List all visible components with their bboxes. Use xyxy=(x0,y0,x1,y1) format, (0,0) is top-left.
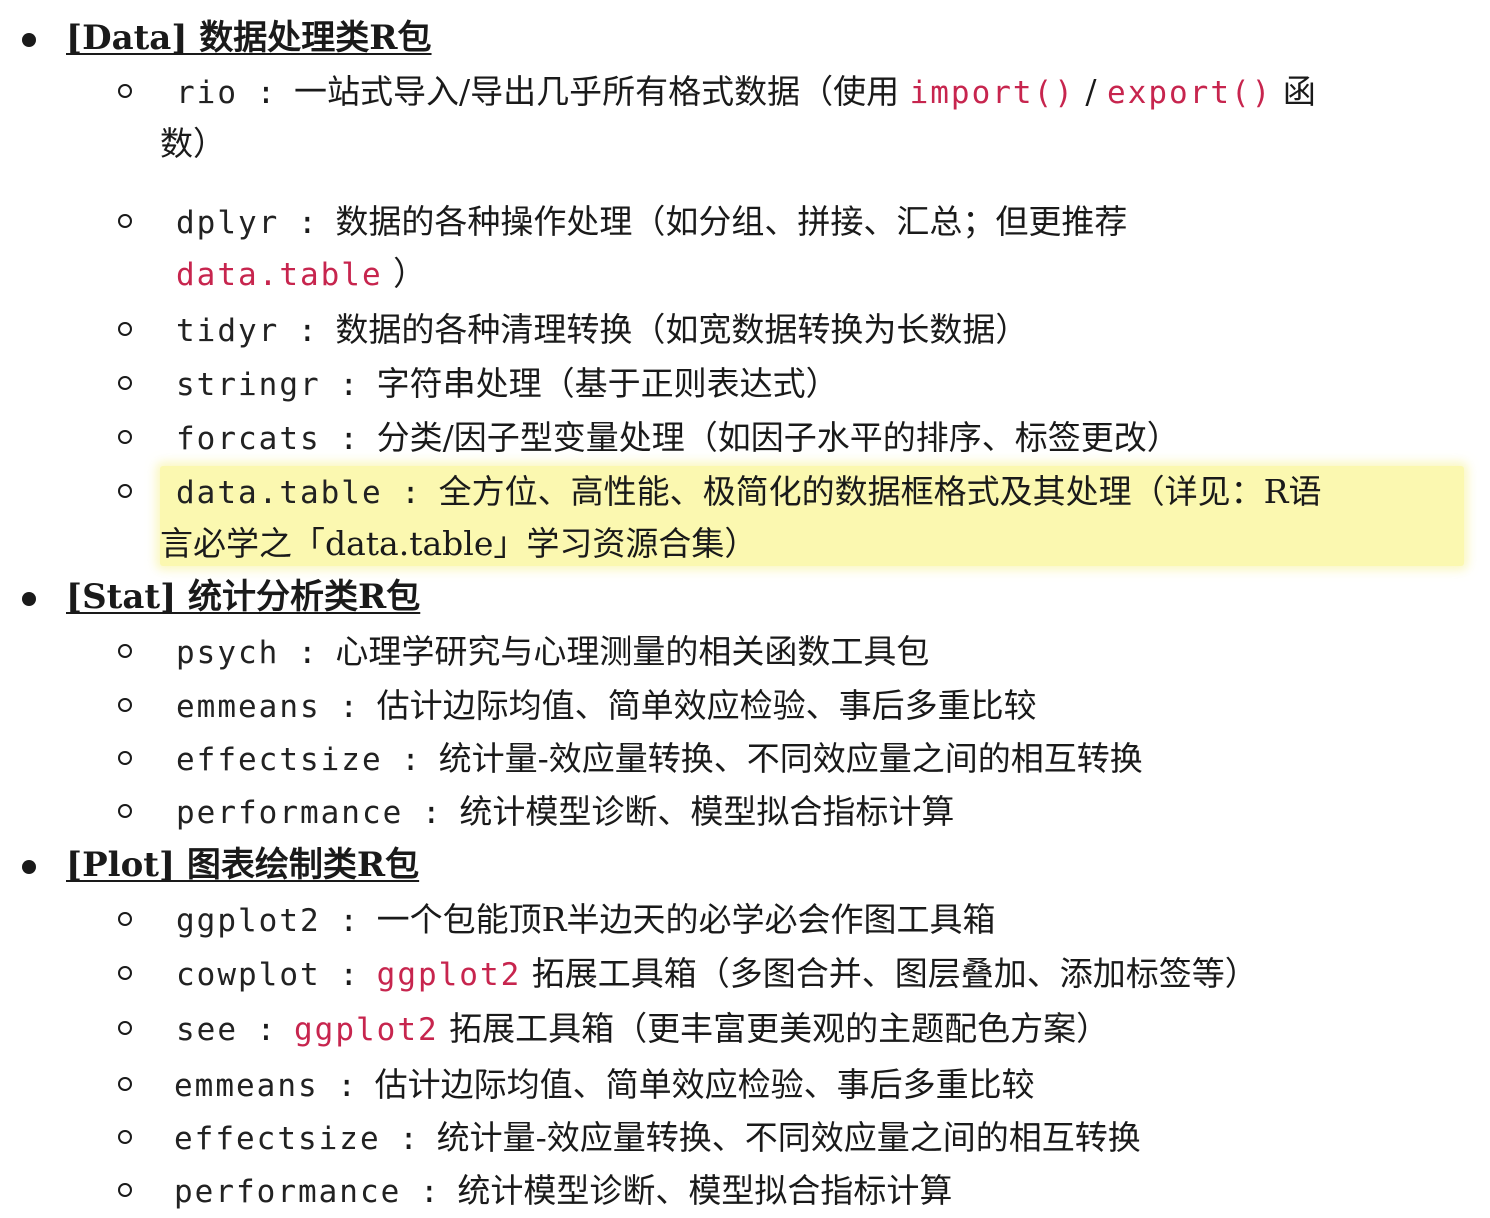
list-item-tidyr: tidyr : 数据的各种清理转换（如宽数据转换为长数据） xyxy=(176,304,1028,357)
section-title-plot[interactable]: [Plot] 图表绘制类R包 xyxy=(66,845,419,885)
list-item-rio: rio : 一站式导入/导出几乎所有格式数据（使用 import() / exp… xyxy=(176,66,1316,119)
item-description: 统计量-效应量转换、不同效应量之间的相互转换 xyxy=(438,739,1143,778)
list-item-performance: performance : 统计模型诊断、模型拟合指标计算 xyxy=(176,786,954,839)
item-bullet xyxy=(118,751,132,765)
separator: : xyxy=(320,903,377,939)
item-description: 拓展工具箱（更丰富更美观的主题配色方案） xyxy=(438,1009,1110,1048)
item-bullet xyxy=(118,1183,132,1197)
inline-code: ggplot2 xyxy=(294,1012,439,1048)
item-bullet xyxy=(118,322,132,336)
item-description: 一站式导入/导出几乎所有格式数据（使用 xyxy=(294,72,910,111)
item-description-continued[interactable]: 言必学之「data.table」学习资源合集） xyxy=(160,518,757,570)
separator: : xyxy=(238,75,294,111)
item-description: 拓展工具箱（多图合并、图层叠加、添加标签等） xyxy=(521,954,1258,993)
item-bullet xyxy=(118,376,132,390)
package-name: see xyxy=(176,1012,238,1048)
package-name: cowplot xyxy=(176,957,321,993)
package-name: emmeans xyxy=(176,689,321,725)
package-name: tidyr xyxy=(176,313,280,349)
separator: : xyxy=(279,635,336,671)
list-item-effectsize: effectsize : 统计量-效应量转换、不同效应量之间的相互转换 xyxy=(174,1112,1141,1165)
item-bullet xyxy=(118,1077,132,1091)
list-item-cowplot: cowplot : ggplot2 拓展工具箱（多图合并、图层叠加、添加标签等） xyxy=(176,948,1258,1001)
item-description: 估计边际均值、简单效应检验、事后多重比较 xyxy=(374,1065,1035,1104)
item-bullet xyxy=(118,966,132,980)
inline-code: ggplot2 xyxy=(376,957,522,993)
item-description: / xyxy=(1074,72,1108,111)
item-description: 估计边际均值、简单效应检验、事后多重比较 xyxy=(376,686,1037,725)
item-bullet xyxy=(118,1130,132,1144)
item-description: 函 xyxy=(1272,72,1316,111)
package-name: forcats xyxy=(176,421,321,457)
list-item-emmeans: emmeans : 估计边际均值、简单效应检验、事后多重比较 xyxy=(176,680,1037,733)
list-item-forcats: forcats : 分类/因子型变量处理（如因子水平的排序、标签更改） xyxy=(176,412,1180,465)
separator: : xyxy=(320,367,377,403)
inline-code: import() xyxy=(909,75,1075,111)
section-bullet xyxy=(22,860,36,874)
section-title-stat[interactable]: [Stat] 统计分析类R包 xyxy=(66,577,420,617)
separator: : xyxy=(279,205,336,241)
package-name: dplyr xyxy=(176,205,280,241)
separator: : xyxy=(318,1068,375,1104)
item-bullet xyxy=(118,84,132,98)
separator: : xyxy=(320,957,377,993)
item-bullet xyxy=(118,804,132,818)
package-name: rio xyxy=(176,75,238,111)
package-name: effectsize xyxy=(174,1121,381,1157)
package-name: emmeans xyxy=(174,1068,319,1104)
separator: : xyxy=(320,689,377,725)
item-bullet xyxy=(118,644,132,658)
list-item-performance: performance : 统计模型诊断、模型拟合指标计算 xyxy=(174,1165,952,1218)
item-bullet xyxy=(118,912,132,926)
item-bullet xyxy=(118,430,132,444)
package-name: performance xyxy=(174,1174,402,1210)
section-title-data[interactable]: [Data] 数据处理类R包 xyxy=(66,18,432,58)
package-name: data.table xyxy=(176,475,383,511)
list-item-data-table: data.table : 全方位、高性能、极简化的数据框格式及其处理（详见：R语 xyxy=(176,466,1322,519)
item-description: 统计模型诊断、模型拟合指标计算 xyxy=(459,792,955,831)
item-description-continued: 数） xyxy=(160,124,226,163)
item-description-continued: data.table ） xyxy=(176,248,426,301)
list-item-stringr: stringr : 字符串处理（基于正则表达式） xyxy=(176,358,839,411)
item-bullet xyxy=(118,1021,132,1035)
inline-code: data.table xyxy=(176,257,383,293)
list-item-psych: psych : 心理学研究与心理测量的相关函数工具包 xyxy=(176,626,929,679)
separator: : xyxy=(279,313,336,349)
inline-code: export() xyxy=(1107,75,1273,111)
package-name: psych xyxy=(176,635,280,671)
package-name: performance xyxy=(176,795,404,831)
list-item-ggplot2: ggplot2 : 一个包能顶R半边天的必学必会作图工具箱 xyxy=(176,894,996,947)
separator: : xyxy=(238,1012,294,1048)
separator: : xyxy=(380,1121,437,1157)
list-item-effectsize: effectsize : 统计量-效应量转换、不同效应量之间的相互转换 xyxy=(176,733,1143,786)
item-bullet xyxy=(118,484,132,498)
package-name: effectsize xyxy=(176,742,383,778)
section-bullet xyxy=(22,592,36,606)
separator: : xyxy=(401,1174,458,1210)
item-description: 心理学研究与心理测量的相关函数工具包 xyxy=(335,632,930,671)
item-description: ） xyxy=(382,254,427,293)
separator: : xyxy=(403,795,460,831)
item-description: 分类/因子型变量处理（如因子水平的排序、标签更改） xyxy=(376,418,1180,457)
item-bullet xyxy=(118,214,132,228)
list-item-dplyr: dplyr : 数据的各种操作处理（如分组、拼接、汇总；但更推荐 xyxy=(176,196,1127,249)
item-description: 统计模型诊断、模型拟合指标计算 xyxy=(457,1171,953,1210)
item-description: 全方位、高性能、极简化的数据框格式及其处理（详见：R语 xyxy=(438,472,1322,511)
list-item-see: see : ggplot2 拓展工具箱（更丰富更美观的主题配色方案） xyxy=(176,1003,1109,1056)
item-description: 一个包能顶R半边天的必学必会作图工具箱 xyxy=(376,900,996,939)
package-name: stringr xyxy=(176,367,321,403)
item-description: 数据的各种操作处理（如分组、拼接、汇总；但更推荐 xyxy=(335,202,1128,241)
section-bullet xyxy=(22,33,36,47)
separator: : xyxy=(320,421,377,457)
package-name: ggplot2 xyxy=(176,903,321,939)
item-description: 数据的各种清理转换（如宽数据转换为长数据） xyxy=(335,310,1029,349)
list-item-emmeans: emmeans : 估计边际均值、简单效应检验、事后多重比较 xyxy=(174,1059,1035,1112)
separator: : xyxy=(382,475,439,511)
separator: : xyxy=(382,742,439,778)
item-bullet xyxy=(118,698,132,712)
item-description: 统计量-效应量转换、不同效应量之间的相互转换 xyxy=(436,1118,1141,1157)
item-description: 字符串处理（基于正则表达式） xyxy=(376,364,839,403)
